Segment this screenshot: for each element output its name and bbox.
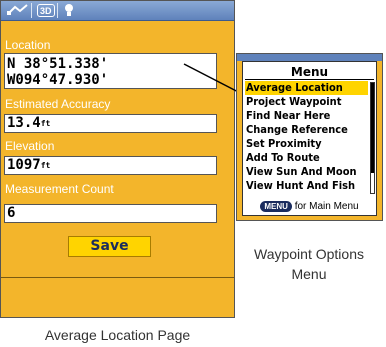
estimated-accuracy-label: Estimated Accuracy [5, 97, 111, 111]
elevation-unit: ft [40, 161, 51, 170]
lightbulb-icon[interactable] [64, 3, 74, 18]
menu-item-view-hunt-and-fish[interactable]: View Hunt And Fish [245, 179, 368, 193]
menu-title-divider [245, 79, 374, 80]
measurement-count-label: Measurement Count [5, 182, 114, 196]
waypoint-options-screen: Menu Average Location Project Waypoint F… [236, 53, 383, 221]
waypoint-options-caption: Waypoint Options Menu [232, 244, 386, 284]
average-location-caption: Average Location Page [44, 327, 191, 343]
menu-item-change-reference[interactable]: Change Reference [245, 123, 368, 137]
options-menu: Menu Average Location Project Waypoint F… [242, 61, 377, 216]
satellite-icon[interactable] [7, 3, 29, 18]
accuracy-unit: ft [40, 119, 51, 128]
caption-line-1: Waypoint Options [254, 246, 364, 262]
menu-scrollbar[interactable] [370, 82, 375, 194]
elevation-label: Elevation [5, 139, 55, 153]
location-label: Location [5, 38, 51, 52]
menu-item-find-near-here[interactable]: Find Near Here [245, 109, 368, 123]
location-field[interactable]: N 38°51.338' W094°47.930' [4, 53, 217, 89]
menu-footer: MENU for Main Menu [243, 199, 376, 214]
average-location-screen: 3D Location N 38°51.338' W094°47.930' Es… [0, 0, 235, 318]
toolbar-divider [31, 3, 32, 18]
caption-line-2: Menu [291, 266, 327, 282]
elevation-field[interactable]: 1097ft [4, 156, 217, 175]
longitude-value: W094°47.930' [7, 72, 109, 88]
menu-key-icon: MENU [260, 200, 292, 212]
measurement-count-field[interactable]: 6 [4, 204, 217, 223]
scrollbar-thumb[interactable] [371, 83, 374, 173]
menu-item-view-sun-and-moon[interactable]: View Sun And Moon [245, 165, 368, 179]
divider [1, 277, 234, 278]
latitude-value: N 38°51.338' [7, 56, 109, 72]
elevation-value: 1097 [7, 157, 41, 173]
3d-view-icon[interactable]: 3D [37, 4, 55, 17]
menu-screen-topbar [237, 54, 382, 61]
estimated-accuracy-field[interactable]: 13.4ft [4, 114, 217, 133]
menu-item-set-proximity[interactable]: Set Proximity [245, 137, 368, 151]
menu-item-add-to-route[interactable]: Add To Route [245, 151, 368, 165]
toolbar-divider [57, 3, 58, 18]
count-value: 6 [7, 205, 16, 221]
top-toolbar: 3D [1, 1, 234, 21]
menu-title: Menu [290, 65, 329, 79]
menu-item-project-waypoint[interactable]: Project Waypoint [245, 95, 368, 109]
accuracy-value: 13.4 [7, 115, 41, 131]
save-button[interactable]: Save [68, 236, 151, 257]
menu-item-average-location[interactable]: Average Location [245, 81, 368, 95]
menu-footer-text: for Main Menu [291, 201, 359, 212]
